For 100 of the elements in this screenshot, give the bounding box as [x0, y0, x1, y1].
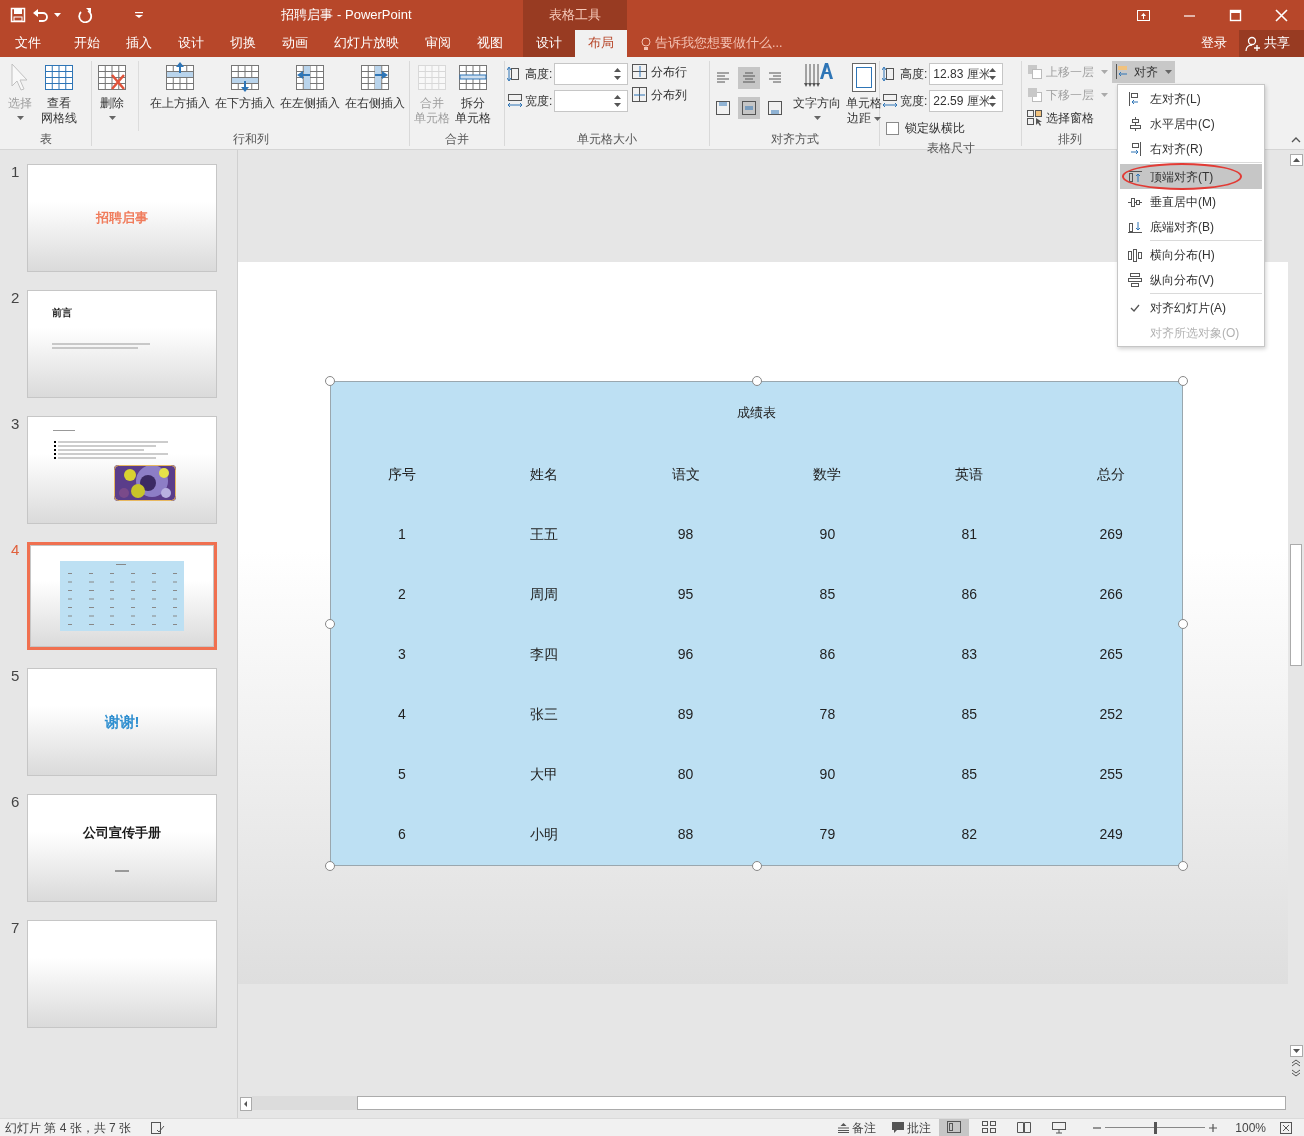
- slide-thumbnail[interactable]: 公司宣传手册: [27, 794, 217, 902]
- ribbon-tab[interactable]: 文件: [2, 30, 61, 57]
- fit-to-window-icon[interactable]: [1280, 1121, 1292, 1134]
- width-icon: [882, 93, 898, 109]
- ribbon-button[interactable]: 分布行: [629, 61, 691, 83]
- scrollbar-thumb[interactable]: [1290, 544, 1302, 666]
- ribbon-tab[interactable]: 设计: [523, 30, 575, 57]
- spell-check-icon[interactable]: [151, 1121, 166, 1134]
- ribbon-tab[interactable]: 切换: [217, 30, 269, 57]
- zoom-in-icon[interactable]: [1209, 1123, 1218, 1132]
- ribbon-button[interactable]: 在下方插入: [213, 61, 277, 111]
- spinner-icon[interactable]: [614, 67, 622, 81]
- slide-thumbnail[interactable]: [27, 920, 217, 1028]
- ribbon-button[interactable]: 单元格 边距: [844, 61, 884, 126]
- ribbon-tab[interactable]: 审阅: [412, 30, 464, 57]
- collapse-icon[interactable]: [1291, 137, 1301, 143]
- resize-handle[interactable]: [751, 861, 762, 871]
- notes-button[interactable]: 备注: [830, 1118, 885, 1136]
- ribbon-button[interactable]: 拆分 单元格: [453, 61, 493, 126]
- save-icon[interactable]: [10, 7, 26, 23]
- table-cell-text: 1: [398, 524, 406, 544]
- checkbox[interactable]: [886, 121, 899, 135]
- align-button[interactable]: [738, 97, 760, 119]
- table-cell-text: 96: [677, 645, 694, 664]
- table-shape[interactable]: 成绩表 序号 姓名 语文 数学 英语 总分 1 王五 98 90 81 269 2 周周 95 85 86 266 3 李四 96 86 83 265 4 张三 89 78 85 252 5 大甲 80 90 85 255 6 小明 88 79 82 249: [330, 381, 1183, 866]
- next-slide-icon[interactable]: [1291, 1069, 1301, 1077]
- ribbon-tab[interactable]: 布局: [575, 30, 627, 57]
- ribbon-button[interactable]: 选择窗格: [1024, 107, 1111, 129]
- spinner-icon[interactable]: [614, 94, 622, 108]
- resize-handle[interactable]: [325, 618, 335, 629]
- arrow-up-icon[interactable]: [1289, 154, 1303, 166]
- customize-icon[interactable]: [135, 12, 143, 18]
- ribbon-button[interactable]: 删除: [94, 61, 139, 131]
- maximize-icon[interactable]: [1228, 8, 1242, 22]
- close-icon[interactable]: [1274, 8, 1288, 22]
- slide-thumbnail[interactable]: 前言: [27, 290, 217, 398]
- ribbon-button[interactable]: 分布列: [629, 84, 691, 106]
- resize-handle[interactable]: [751, 376, 762, 386]
- ribbon-tab[interactable]: 开始: [61, 30, 113, 57]
- ribbon-tab[interactable]: 视图: [464, 30, 516, 57]
- normal-view-icon: [947, 1121, 962, 1134]
- number-field[interactable]: 12.83 厘米: [929, 63, 1004, 85]
- undo-icon[interactable]: [32, 7, 48, 23]
- align-center-icon: [741, 70, 757, 86]
- spinner-icon[interactable]: [989, 94, 997, 108]
- menu-item[interactable]: 右对齐(R): [1120, 136, 1262, 161]
- table-cell-text: 大甲: [529, 765, 558, 785]
- number-field[interactable]: [554, 63, 629, 85]
- bring-forward-icon: [1027, 64, 1043, 80]
- group-label: 表: [39, 132, 52, 146]
- lightbulb-icon: [641, 36, 651, 51]
- ribbon-tab[interactable]: 动画: [269, 30, 321, 57]
- ribbon-display-icon[interactable]: [1136, 8, 1150, 22]
- arrow-down-icon[interactable]: [1289, 1045, 1303, 1057]
- ribbon-button[interactable]: 文字方向: [791, 61, 843, 120]
- resize-handle[interactable]: [1178, 376, 1188, 386]
- resize-handle[interactable]: [1178, 861, 1188, 871]
- sign-in-link[interactable]: 登录: [1189, 30, 1239, 57]
- slide-number: 4: [10, 540, 21, 560]
- slide-thumbnail[interactable]: [27, 542, 217, 650]
- ribbon-tab[interactable]: 插入: [113, 30, 165, 57]
- ribbon-tab[interactable]: 幻灯片放映: [321, 30, 412, 57]
- scrollbar-thumb[interactable]: [357, 1096, 1286, 1110]
- ribbon-tab[interactable]: 设计: [165, 30, 217, 57]
- resize-handle[interactable]: [1178, 618, 1188, 629]
- previous-slide-icon[interactable]: [1291, 1059, 1301, 1067]
- share-button[interactable]: 共享: [1239, 30, 1304, 57]
- table-cell-text: 89: [677, 705, 694, 725]
- align-bottom-icon: [767, 100, 783, 116]
- ribbon-button[interactable]: 查看 网格线: [39, 61, 79, 126]
- column-header: 数学: [813, 464, 842, 484]
- table-cell-text: 李四: [529, 645, 558, 664]
- redo-icon[interactable]: [77, 7, 93, 23]
- resize-handle[interactable]: [325, 376, 335, 386]
- number-field[interactable]: 22.59 厘米: [929, 90, 1004, 112]
- selection-pane-icon: [1027, 110, 1043, 126]
- ribbon-button[interactable]: 对齐: [1112, 61, 1175, 83]
- menu-item[interactable]: 底端对齐(B): [1120, 214, 1262, 239]
- column-header: 英语: [955, 464, 984, 484]
- caret-icon[interactable]: [54, 13, 61, 17]
- field-label: 宽度:: [900, 93, 928, 110]
- search-field[interactable]: 告诉我您想要做什么...: [655, 34, 855, 53]
- resize-handle[interactable]: [325, 861, 335, 871]
- ribbon-button[interactable]: 在右侧插入: [343, 61, 407, 111]
- slide-thumbnail[interactable]: [27, 416, 217, 524]
- view-button[interactable]: [939, 1118, 970, 1136]
- ribbon-button[interactable]: 在左侧插入: [278, 61, 342, 111]
- menu-item[interactable]: 水平居中(C): [1120, 111, 1262, 136]
- zoom-level[interactable]: 100%: [1235, 1118, 1266, 1136]
- menu-item[interactable]: 纵向分布(V): [1120, 267, 1262, 292]
- slider-thumb[interactable]: [1154, 1121, 1158, 1134]
- number-field[interactable]: [554, 90, 629, 112]
- menu-item[interactable]: 垂直居中(M): [1120, 189, 1262, 214]
- spinner-icon[interactable]: [989, 67, 997, 81]
- menu-item[interactable]: 左对齐(L): [1120, 86, 1262, 111]
- menu-item[interactable]: 顶端对齐(T): [1120, 164, 1262, 189]
- ribbon-button[interactable]: 在上方插入: [148, 61, 212, 111]
- comments-button[interactable]: 批注: [884, 1118, 940, 1136]
- menu-item[interactable]: 对齐幻灯片(A): [1120, 295, 1262, 320]
- menu-item[interactable]: 横向分布(H): [1120, 242, 1262, 267]
